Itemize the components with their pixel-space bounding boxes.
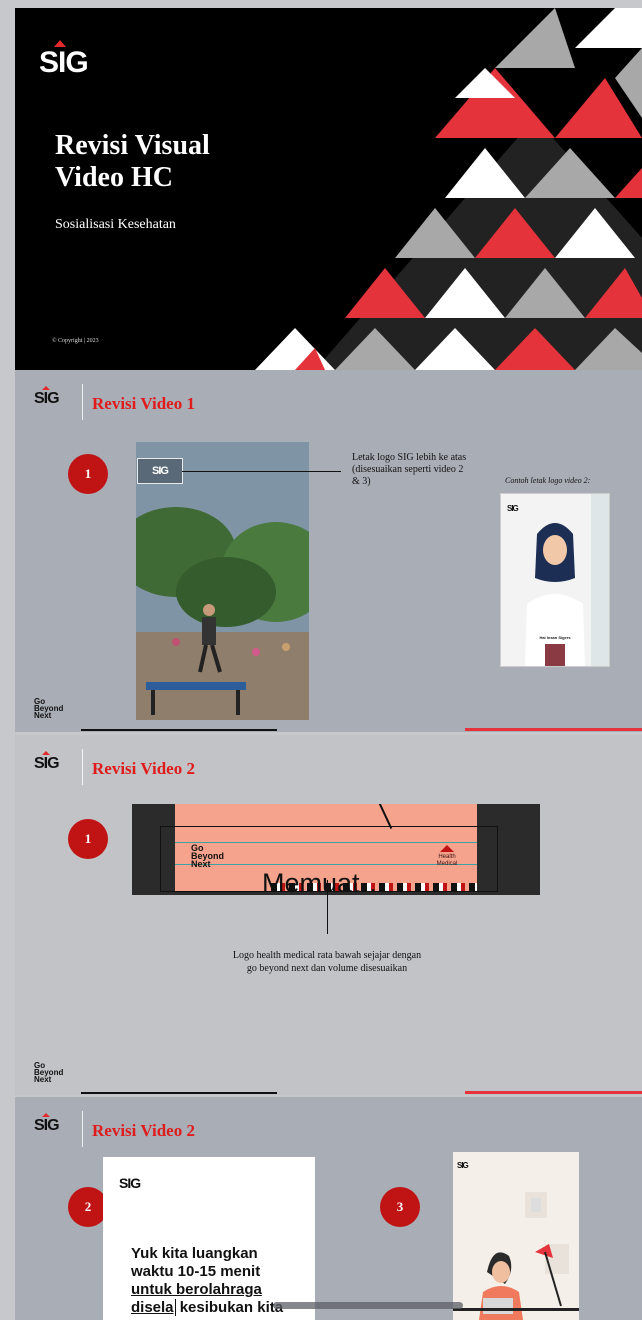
work-desk-illustration bbox=[453, 1192, 579, 1320]
annotation-connector-line bbox=[182, 471, 341, 472]
slide2-title: Revisi Video 1 bbox=[92, 394, 195, 413]
logo-hat-icon bbox=[42, 1113, 50, 1117]
loading-indicator: Memuat… bbox=[262, 868, 387, 898]
cover-title-line1: Revisi Visual bbox=[55, 130, 210, 161]
slide2-footer-logo: Go Beyond Next bbox=[34, 697, 64, 720]
cover-title: Revisi Visual Video HC bbox=[55, 130, 210, 194]
video-frame-1[interactable]: SIG bbox=[136, 442, 309, 720]
card-text-line1: Yuk kita luangkan bbox=[131, 1245, 258, 1262]
slide4-title: Revisi Video 2 bbox=[92, 1121, 195, 1140]
cover-title-line2: Video HC bbox=[55, 162, 173, 193]
slide3-logo: SIG bbox=[34, 751, 60, 773]
slide2-bottom-accent bbox=[465, 728, 642, 731]
slide2-logo: SIG bbox=[34, 386, 60, 408]
cover-slide[interactable]: SIG Revisi Visual Video HC Sosialisasi K… bbox=[15, 8, 642, 370]
card-text-line2: waktu 10-15 menit bbox=[131, 1263, 261, 1280]
logo-hat-icon bbox=[54, 40, 66, 47]
slide3-connector-line bbox=[327, 880, 328, 934]
slide-revisi-video-2b[interactable]: SIG Revisi Video 2 2 SIG Yuk kita luangk… bbox=[15, 1097, 642, 1320]
slide3-footer-logo: Go Beyond Next bbox=[34, 1061, 64, 1084]
revision-badge-3: 3 bbox=[380, 1187, 420, 1227]
doctor-illustration bbox=[525, 494, 609, 666]
cover-subtitle: Sosialisasi Kesehatan bbox=[55, 217, 176, 232]
card-text-line3: untuk berolahraga bbox=[131, 1281, 262, 1298]
scroll-handle[interactable] bbox=[273, 1302, 463, 1309]
slide4-logo: SIG bbox=[34, 1113, 60, 1135]
revision-badge-1: 1 bbox=[68, 454, 108, 494]
example-caption: Contoh letak logo video 2: bbox=[505, 476, 591, 485]
slide-revisi-video-1[interactable]: SIG Revisi Video 1 1 SIG Letak logo SIG … bbox=[15, 370, 642, 732]
logo-hat-icon bbox=[42, 386, 50, 390]
example-video-frame[interactable]: SIG Hai Insan Sigers bbox=[500, 493, 610, 667]
slide2-bottom-line bbox=[81, 729, 277, 731]
video-card-2[interactable]: SIG Yuk kita luangkan waktu 10-15 menit … bbox=[103, 1157, 315, 1320]
slide3-annotation: Logo health medical rata bawah sejajar d… bbox=[232, 950, 422, 974]
cover-sig-logo: SIG bbox=[39, 40, 89, 80]
slide3-bottom-line bbox=[81, 1092, 277, 1094]
slide-revisi-video-2a[interactable]: SIG Revisi Video 2 1 Go Beyond Next Health… bbox=[15, 735, 642, 1095]
card-sig-logo: SIG bbox=[119, 1175, 141, 1191]
cover-copyright: © Copyright | 2023 bbox=[52, 338, 99, 344]
revision-badge-1: 1 bbox=[68, 819, 108, 859]
title-divider bbox=[82, 749, 83, 785]
logo-hat-icon bbox=[42, 751, 50, 755]
slide3-title: Revisi Video 2 bbox=[92, 759, 195, 778]
card-message: Yuk kita luangkan waktu 10-15 menit untu… bbox=[131, 1245, 283, 1317]
slide3-bottom-accent bbox=[465, 1091, 642, 1094]
example-name-label: Hai Insan Sigers bbox=[539, 635, 571, 640]
slide2-annotation: Letak logo SIG lebih ke atas (disesuaika… bbox=[352, 452, 467, 487]
card-text-line4: disela kesibukan kita bbox=[131, 1299, 284, 1316]
video-sig-logo-box: SIG bbox=[137, 458, 183, 484]
revision-badge-2: 2 bbox=[68, 1187, 108, 1227]
video-card-3[interactable]: SIG bbox=[453, 1152, 579, 1320]
title-divider bbox=[82, 1111, 83, 1147]
title-divider bbox=[82, 384, 83, 420]
